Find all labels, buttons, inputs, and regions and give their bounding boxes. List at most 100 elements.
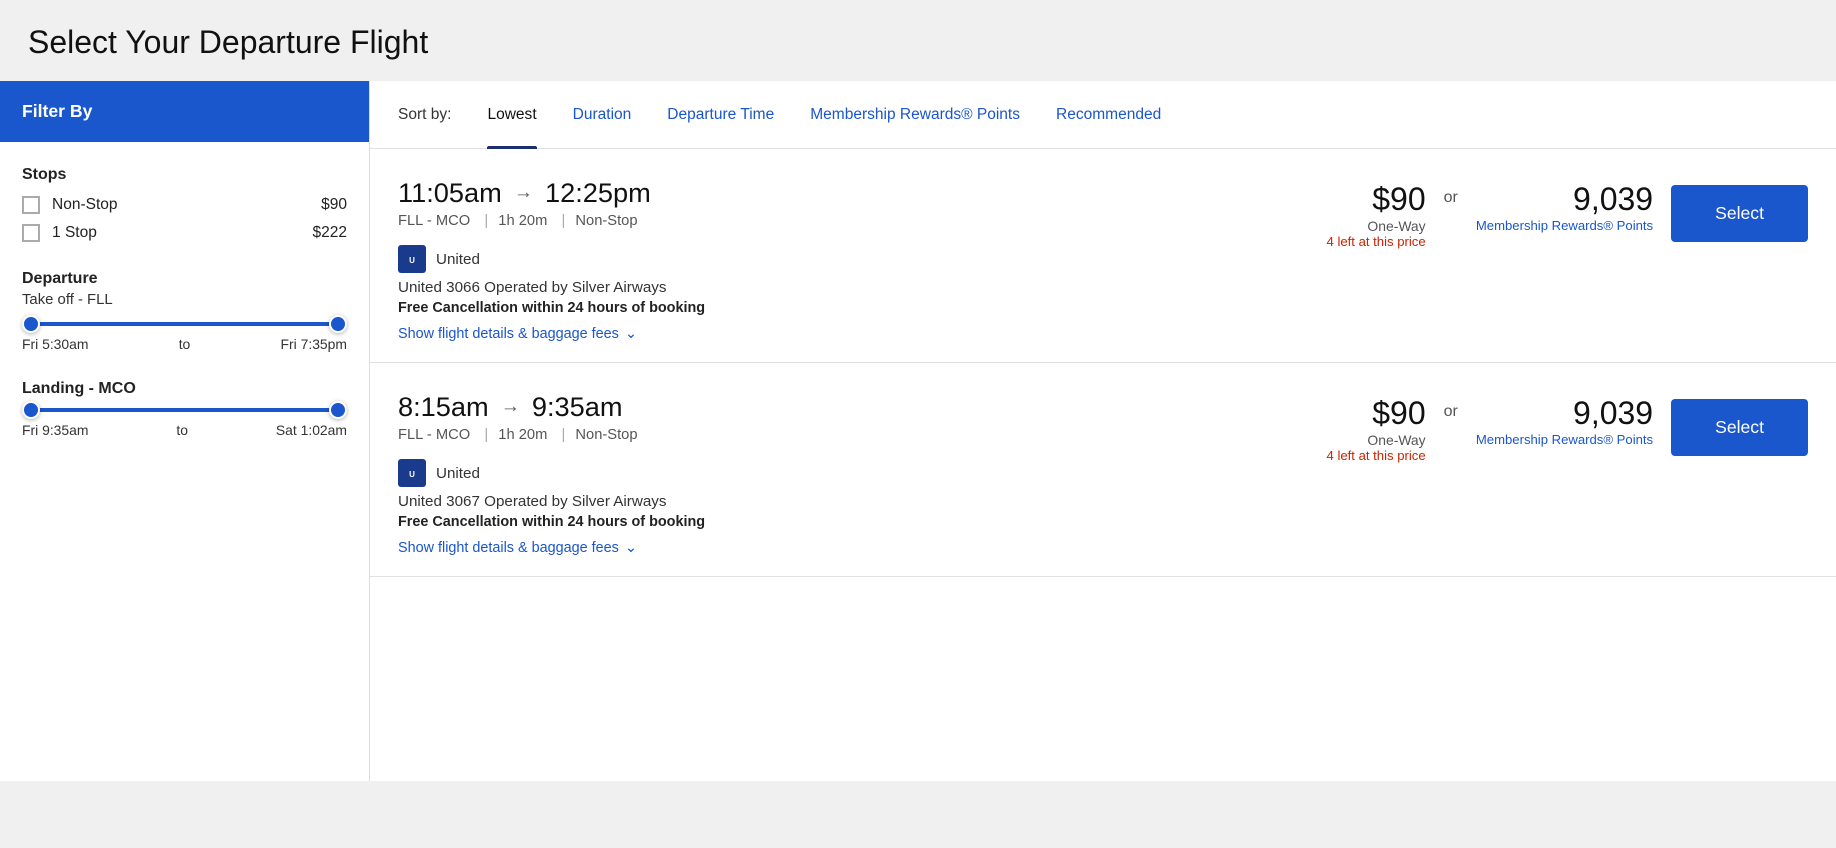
landing-title: Landing - MCO <box>22 380 347 398</box>
united-logo-icon-0: U <box>401 251 423 267</box>
price-way-1: One-Way <box>1327 432 1426 448</box>
flight-route-0: FLL - MCO <box>398 213 470 229</box>
sort-tab-membership-points[interactable]: Membership Rewards® Points <box>792 81 1038 149</box>
sort-tab-lowest[interactable]: Lowest <box>469 81 554 149</box>
pipe2-0: | <box>561 213 565 229</box>
onestop-label: 1 Stop <box>52 224 312 242</box>
flight-time-row-1: 8:15am → 9:35am <box>398 391 1327 423</box>
airline-logo-1: U <box>398 459 426 487</box>
points-amount-1: 9,039 <box>1476 395 1653 432</box>
departure-title: Departure <box>22 270 347 288</box>
sort-tab-duration[interactable]: Duration <box>555 81 650 149</box>
flight-info-row-0: FLL - MCO | 1h 20m | Non-Stop <box>398 213 1327 229</box>
or-label-1: or <box>1444 395 1458 421</box>
price-block-1: $90 One-Way 4 left at this price <box>1327 395 1426 463</box>
departure-from: Fri 5:30am <box>22 336 88 352</box>
svg-text:U: U <box>409 256 415 265</box>
sort-tab-recommended[interactable]: Recommended <box>1038 81 1179 149</box>
pipe2-1: | <box>561 427 565 443</box>
landing-to-label: to <box>176 422 188 438</box>
departure-slider-left[interactable] <box>22 315 40 333</box>
filter-sidebar: Filter By Stops Non-Stop $90 1 Stop $222… <box>0 81 370 781</box>
flight-duration-1: 1h 20m <box>498 427 547 443</box>
chevron-down-icon-0: ⌄ <box>625 326 637 342</box>
points-amount-0: 9,039 <box>1476 181 1653 218</box>
flight-arrive-time-0: 12:25pm <box>545 177 651 209</box>
landing-from: Fri 9:35am <box>22 422 88 438</box>
points-label-0: Membership Rewards® Points <box>1476 218 1653 233</box>
flight-card-left-0: 11:05am → 12:25pm FLL - MCO | 1h 20m | N… <box>398 177 1327 342</box>
departure-slider-right[interactable] <box>329 315 347 333</box>
departure-to: Fri 7:35pm <box>281 336 347 352</box>
airline-row-0: U United <box>398 245 1327 273</box>
sort-label: Sort by: <box>398 106 451 124</box>
pipe-1: | <box>484 427 488 443</box>
airline-row-1: U United <box>398 459 1327 487</box>
price-amount-0: $90 <box>1327 181 1426 218</box>
or-label-0: or <box>1444 181 1458 207</box>
flight-depart-time-0: 11:05am <box>398 177 502 209</box>
points-label-1: Membership Rewards® Points <box>1476 432 1653 447</box>
sort-tab-departure-time[interactable]: Departure Time <box>649 81 792 149</box>
departure-slider[interactable] <box>22 322 347 326</box>
flight-number-0: United 3066 Operated by Silver Airways <box>398 279 1327 296</box>
flight-card-right-1: $90 One-Way 4 left at this price or 9,03… <box>1327 391 1808 463</box>
flight-card: 8:15am → 9:35am FLL - MCO | 1h 20m | Non… <box>370 363 1836 577</box>
price-block-0: $90 One-Way 4 left at this price <box>1327 181 1426 249</box>
takeoff-sub: Take off - FLL <box>22 292 347 308</box>
flight-card: 11:05am → 12:25pm FLL - MCO | 1h 20m | N… <box>370 149 1836 363</box>
price-amount-1: $90 <box>1327 395 1426 432</box>
nonstop-label: Non-Stop <box>52 196 321 214</box>
show-details-label-1: Show flight details & baggage fees <box>398 540 619 556</box>
svg-text:U: U <box>409 470 415 479</box>
nonstop-row: Non-Stop $90 <box>22 196 347 214</box>
flight-stops-0: Non-Stop <box>575 213 637 229</box>
pipe-0: | <box>484 213 488 229</box>
arrow-icon-1: → <box>501 396 520 418</box>
flight-time-row-0: 11:05am → 12:25pm <box>398 177 1327 209</box>
flight-stops-1: Non-Stop <box>575 427 637 443</box>
airline-logo-0: U <box>398 245 426 273</box>
flight-card-right-0: $90 One-Way 4 left at this price or 9,03… <box>1327 177 1808 249</box>
onestop-price: $222 <box>312 224 347 242</box>
free-cancel-1: Free Cancellation within 24 hours of boo… <box>398 514 1327 530</box>
filter-header: Filter By <box>0 81 369 142</box>
price-alert-1: 4 left at this price <box>1327 448 1426 463</box>
onestop-checkbox[interactable] <box>22 224 40 242</box>
page-title: Select Your Departure Flight <box>0 0 1836 81</box>
landing-slider-left[interactable] <box>22 401 40 419</box>
flight-depart-time-1: 8:15am <box>398 391 489 423</box>
price-way-0: One-Way <box>1327 218 1426 234</box>
arrow-icon-0: → <box>514 182 533 204</box>
flight-duration-0: 1h 20m <box>498 213 547 229</box>
departure-to-label: to <box>179 336 191 352</box>
chevron-down-icon-1: ⌄ <box>625 540 637 556</box>
stops-filter: Stops Non-Stop $90 1 Stop $222 <box>22 166 347 242</box>
flight-info-row-1: FLL - MCO | 1h 20m | Non-Stop <box>398 427 1327 443</box>
nonstop-checkbox[interactable] <box>22 196 40 214</box>
nonstop-price: $90 <box>321 196 347 214</box>
flight-list: 11:05am → 12:25pm FLL - MCO | 1h 20m | N… <box>370 149 1836 577</box>
points-block-1: 9,039 Membership Rewards® Points <box>1476 395 1653 447</box>
united-logo-icon-1: U <box>401 465 423 481</box>
departure-filter: Departure Take off - FLL Fri 5:30am to F… <box>22 270 347 352</box>
flight-arrive-time-1: 9:35am <box>532 391 623 423</box>
price-alert-0: 4 left at this price <box>1327 234 1426 249</box>
show-details-btn-1[interactable]: Show flight details & baggage fees ⌄ <box>398 540 637 556</box>
stops-title: Stops <box>22 166 347 184</box>
show-details-label-0: Show flight details & baggage fees <box>398 326 619 342</box>
landing-slider-right[interactable] <box>329 401 347 419</box>
landing-to: Sat 1:02am <box>276 422 347 438</box>
select-button-0[interactable]: Select <box>1671 185 1808 242</box>
landing-filter: Landing - MCO Fri 9:35am to Sat 1:02am <box>22 380 347 438</box>
flight-number-1: United 3067 Operated by Silver Airways <box>398 493 1327 510</box>
select-button-1[interactable]: Select <box>1671 399 1808 456</box>
flight-card-left-1: 8:15am → 9:35am FLL - MCO | 1h 20m | Non… <box>398 391 1327 556</box>
flight-route-1: FLL - MCO <box>398 427 470 443</box>
landing-slider[interactable] <box>22 408 347 412</box>
onestop-row: 1 Stop $222 <box>22 224 347 242</box>
show-details-btn-0[interactable]: Show flight details & baggage fees ⌄ <box>398 326 637 342</box>
free-cancel-0: Free Cancellation within 24 hours of boo… <box>398 300 1327 316</box>
airline-name-1: United <box>436 465 480 482</box>
airline-name-0: United <box>436 251 480 268</box>
